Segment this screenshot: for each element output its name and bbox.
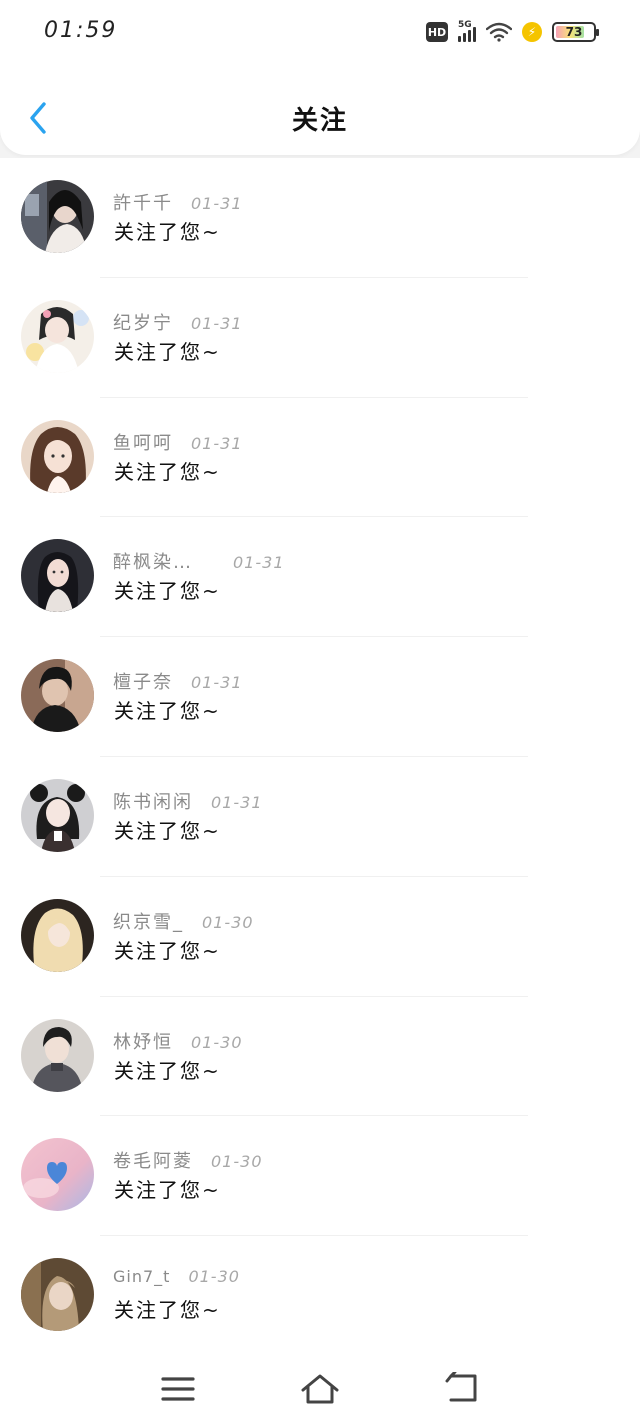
date: 01-30 bbox=[188, 1267, 240, 1287]
message: 关注了您~ bbox=[114, 220, 221, 244]
nav-bar: 关注 bbox=[0, 90, 640, 146]
wifi-icon bbox=[486, 22, 512, 42]
network-type: 5G bbox=[458, 20, 472, 30]
status-icons: HD 5G ⚡ 73 bbox=[426, 20, 599, 42]
date: 01-30 bbox=[202, 912, 254, 932]
avatar[interactable] bbox=[21, 539, 94, 613]
username[interactable]: 醉枫染… bbox=[113, 548, 193, 574]
username[interactable]: Gin7_t bbox=[113, 1267, 170, 1286]
username[interactable]: 林妤恒 bbox=[113, 1028, 173, 1054]
date: 01-30 bbox=[191, 1032, 243, 1052]
status-time: 01:59 bbox=[44, 18, 118, 43]
notification-item[interactable]: 纪岁宁 01-31 关注了您~ bbox=[0, 278, 640, 398]
message: 关注了您~ bbox=[114, 339, 221, 364]
avatar[interactable] bbox=[21, 659, 94, 733]
avatar[interactable] bbox=[21, 778, 94, 852]
message: 关注了您~ bbox=[114, 818, 221, 843]
date: 01-31 bbox=[211, 792, 263, 812]
message: 关注了您~ bbox=[114, 579, 221, 604]
avatar[interactable] bbox=[21, 419, 94, 493]
menu-button[interactable] bbox=[156, 1367, 200, 1411]
notification-item[interactable]: 林妤恒 01-30 关注了您~ bbox=[0, 997, 640, 1117]
notification-item[interactable]: 陈书闲闲 01-31 关注了您~ bbox=[0, 757, 640, 877]
avatar[interactable] bbox=[21, 180, 94, 253]
avatar[interactable] bbox=[21, 1258, 94, 1332]
notification-item[interactable]: 檀子奈 01-31 关注了您~ bbox=[0, 637, 640, 757]
avatar[interactable] bbox=[21, 1138, 94, 1212]
item-meta: 织京雪_ 01-30 bbox=[113, 908, 254, 934]
item-meta: 林妤恒 01-30 bbox=[113, 1028, 243, 1054]
notification-item[interactable]: 卷毛阿菱 01-30 关注了您~ bbox=[0, 1116, 640, 1237]
username[interactable]: 卷毛阿菱 bbox=[113, 1147, 193, 1173]
date: 01-31 bbox=[233, 553, 285, 573]
message: 关注了您~ bbox=[114, 699, 221, 724]
return-icon bbox=[445, 1372, 477, 1402]
username[interactable]: 鱼呵呵 bbox=[113, 429, 173, 455]
cellular-signal-icon: 5G bbox=[458, 20, 476, 42]
date: 01-30 bbox=[211, 1152, 263, 1172]
battery-percent: 73 bbox=[565, 25, 583, 39]
item-meta: 許千千 01-31 bbox=[113, 189, 243, 215]
avatar[interactable] bbox=[21, 898, 94, 972]
item-meta: 卷毛阿菱 01-30 bbox=[113, 1147, 263, 1173]
item-meta: 鱼呵呵 01-31 bbox=[113, 429, 243, 455]
menu-icon bbox=[161, 1377, 195, 1401]
date: 01-31 bbox=[191, 194, 243, 213]
date: 01-31 bbox=[191, 673, 243, 693]
item-meta: 陈书闲闲 01-31 bbox=[113, 788, 263, 814]
home-button[interactable] bbox=[298, 1367, 342, 1411]
notification-item[interactable]: 醉枫染… 01-31 关注了您~ bbox=[0, 517, 640, 638]
notification-item[interactable]: Gin7_t 01-30 关注了您~ bbox=[0, 1236, 640, 1356]
notification-list: 許千千 01-31 关注了您~ 纪岁宁 01-31 关注了您~ 鱼呵呵 01-3… bbox=[0, 158, 640, 1356]
username[interactable]: 陈书闲闲 bbox=[113, 788, 193, 814]
battery-icon: 73 bbox=[552, 22, 599, 42]
charging-icon: ⚡ bbox=[522, 22, 542, 42]
notification-item[interactable]: 許千千 01-31 关注了您~ bbox=[0, 158, 640, 278]
notification-item[interactable]: 织京雪_ 01-30 关注了您~ bbox=[0, 877, 640, 997]
system-navigation-bar bbox=[0, 1355, 640, 1427]
message: 关注了您~ bbox=[114, 459, 221, 484]
username[interactable]: 织京雪_ bbox=[113, 908, 184, 934]
message: 关注了您~ bbox=[114, 1178, 221, 1203]
avatar[interactable] bbox=[21, 1018, 94, 1092]
message: 关注了您~ bbox=[114, 938, 221, 963]
username[interactable]: 纪岁宁 bbox=[113, 309, 173, 335]
page-title: 关注 bbox=[291, 106, 348, 136]
back-nav-button[interactable] bbox=[440, 1367, 484, 1411]
username[interactable]: 許千千 bbox=[113, 189, 173, 215]
header: 01:59 HD 5G ⚡ 73 关注 bbox=[0, 0, 640, 155]
hd-badge: HD bbox=[426, 22, 448, 42]
home-icon bbox=[301, 1374, 339, 1404]
message: 关注了您~ bbox=[114, 1058, 221, 1083]
item-meta: 檀子奈 01-31 bbox=[113, 668, 243, 694]
item-meta: Gin7_t 01-30 bbox=[113, 1267, 240, 1286]
message: 关注了您~ bbox=[114, 1298, 221, 1323]
date: 01-31 bbox=[191, 313, 243, 333]
item-meta: 纪岁宁 01-31 bbox=[113, 309, 243, 335]
status-bar: 01:59 HD 5G ⚡ 73 bbox=[0, 0, 640, 66]
username[interactable]: 檀子奈 bbox=[113, 668, 173, 694]
item-meta: 醉枫染… 01-31 bbox=[113, 548, 285, 574]
avatar[interactable] bbox=[21, 299, 94, 373]
date: 01-31 bbox=[191, 433, 243, 453]
notification-item[interactable]: 鱼呵呵 01-31 关注了您~ bbox=[0, 398, 640, 518]
